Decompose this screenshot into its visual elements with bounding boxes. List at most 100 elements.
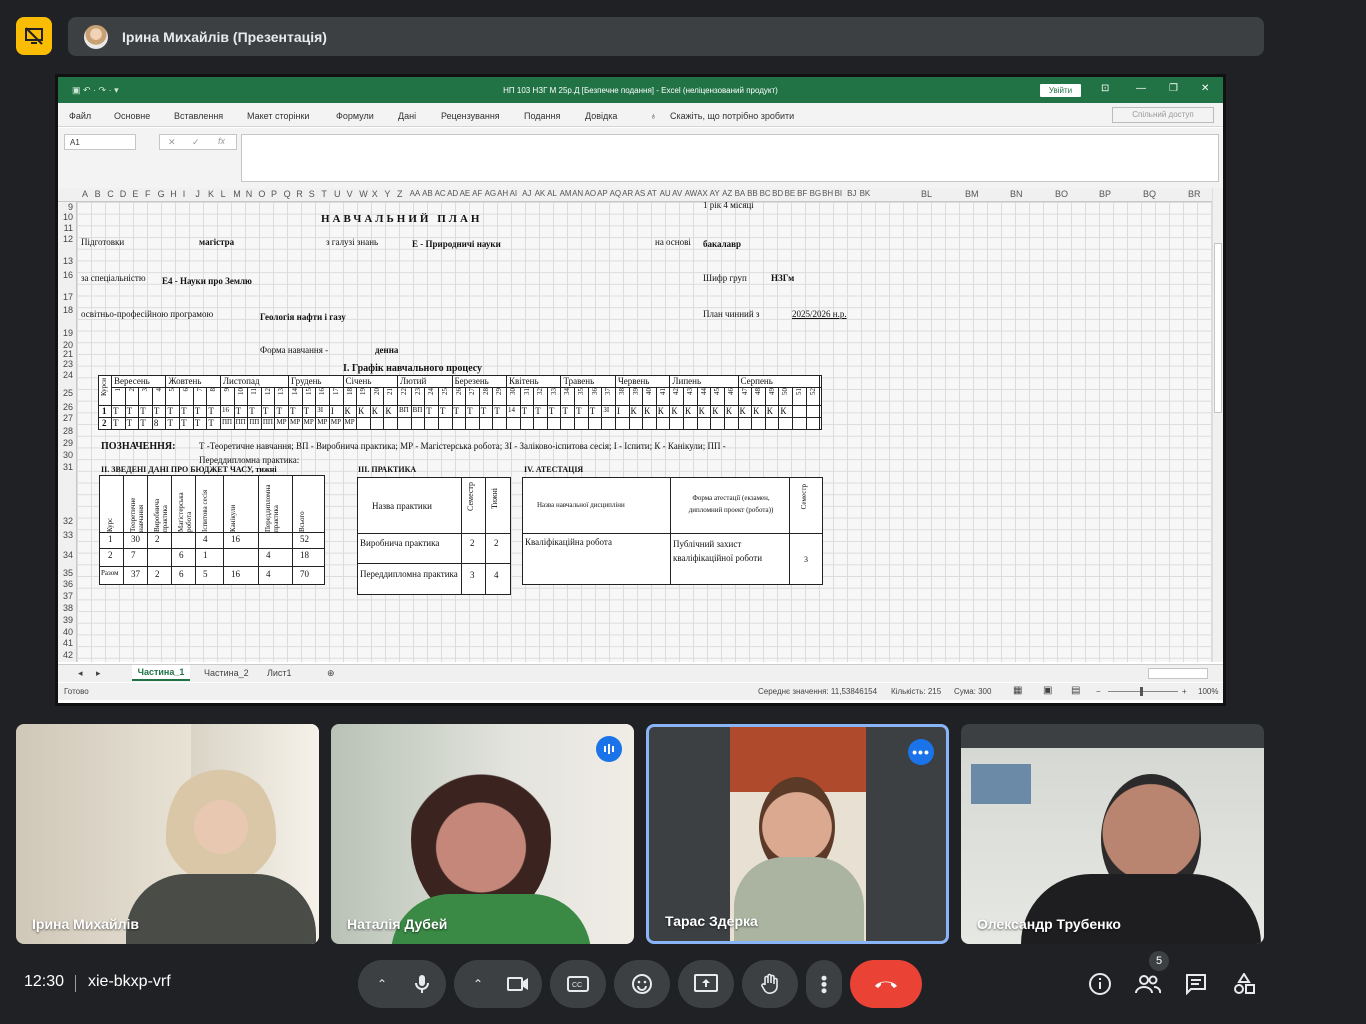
column-header[interactable]: AJ [522, 189, 531, 198]
column-header[interactable]: BO [1055, 189, 1068, 199]
row-number[interactable]: 11 [64, 223, 73, 233]
column-header[interactable]: Q [284, 189, 291, 199]
column-header[interactable]: R [296, 189, 303, 199]
row-number[interactable]: 33 [63, 530, 73, 540]
column-header[interactable]: BF [797, 189, 807, 198]
activities-button[interactable] [1230, 970, 1258, 998]
sheet-prev-icon[interactable]: ◂ [78, 668, 83, 679]
meeting-info-button[interactable] [1086, 970, 1114, 998]
zoom-slider[interactable] [1108, 691, 1178, 692]
row-number[interactable]: 13 [63, 256, 73, 266]
row-number[interactable]: 34 [63, 550, 73, 560]
participant-tile[interactable]: Олександр Трубенко [961, 724, 1264, 944]
share-button[interactable]: Спільний доступ [1112, 107, 1214, 123]
row-number[interactable]: 18 [63, 305, 73, 315]
participant-tile[interactable]: Наталія Дубей [331, 724, 634, 944]
sheet-tab-2[interactable]: Частина_2 [204, 668, 249, 678]
column-header[interactable]: AS [635, 189, 646, 198]
zoom-in-icon[interactable]: + [1182, 687, 1187, 696]
close-icon[interactable]: ✕ [1201, 83, 1209, 94]
tab-data[interactable]: Дані [398, 111, 416, 121]
enter-icon[interactable]: ✓ [192, 137, 200, 148]
tab-insert[interactable]: Вставлення [174, 111, 223, 121]
column-header[interactable]: AD [447, 189, 458, 198]
column-header[interactable]: AL [547, 189, 557, 198]
column-header[interactable]: BE [785, 189, 796, 198]
row-number[interactable]: 17 [63, 292, 73, 302]
row-number[interactable]: 38 [63, 603, 73, 613]
row-number[interactable]: 32 [63, 516, 73, 526]
row-number[interactable]: 31 [63, 462, 73, 472]
more-options-icon[interactable]: ••• [908, 739, 934, 765]
column-header[interactable]: BK [860, 189, 871, 198]
camera-options-chevron-icon[interactable]: ⌃ [458, 964, 498, 1004]
column-header[interactable]: AU [660, 189, 671, 198]
tab-page-layout[interactable]: Макет сторінки [247, 111, 309, 121]
column-header[interactable]: G [158, 189, 165, 199]
column-header[interactable]: D [120, 189, 127, 199]
column-header[interactable]: U [334, 189, 341, 199]
raise-hand-button[interactable] [742, 960, 798, 1008]
column-header[interactable]: Z [397, 189, 403, 199]
column-header[interactable]: M [233, 189, 241, 199]
sheet-tab-3[interactable]: Лист1 [267, 668, 292, 678]
tab-home[interactable]: Основне [114, 111, 150, 121]
tab-review[interactable]: Рецензування [441, 111, 500, 121]
column-header[interactable]: AI [510, 189, 518, 198]
row-number[interactable]: 26 [63, 402, 73, 412]
normal-view-icon[interactable]: ▦ [1013, 685, 1022, 696]
column-header[interactable]: AM [560, 189, 572, 198]
name-box[interactable]: A1 [64, 134, 136, 150]
row-number[interactable]: 35 [63, 568, 73, 578]
column-header[interactable]: J [195, 189, 200, 199]
column-header[interactable]: AH [497, 189, 508, 198]
row-number[interactable]: 24 [63, 370, 73, 380]
formula-input[interactable] [241, 134, 1219, 182]
end-call-button[interactable] [850, 960, 922, 1008]
column-header[interactable]: H [170, 189, 177, 199]
column-header[interactable]: F [145, 189, 151, 199]
column-header[interactable]: T [321, 189, 327, 199]
zoom-out-icon[interactable]: − [1096, 687, 1101, 696]
row-number[interactable]: 29 [63, 438, 73, 448]
row-number[interactable]: 37 [63, 591, 73, 601]
column-header[interactable]: BP [1099, 189, 1111, 199]
column-header[interactable]: AK [535, 189, 546, 198]
column-header[interactable]: AP [597, 189, 608, 198]
row-number[interactable]: 28 [63, 426, 73, 436]
column-header[interactable]: AN [572, 189, 583, 198]
column-header[interactable]: X [372, 189, 378, 199]
row-number[interactable]: 19 [63, 328, 73, 338]
column-header[interactable]: AW [685, 189, 698, 198]
add-sheet-icon[interactable]: ⊕ [327, 668, 335, 679]
column-header[interactable]: B [95, 189, 101, 199]
participant-tile-active[interactable]: ••• Тарас Здерка [646, 724, 949, 944]
row-number[interactable]: 23 [63, 359, 73, 369]
column-header[interactable]: BL [921, 189, 932, 199]
column-header[interactable]: AF [472, 189, 482, 198]
column-header[interactable]: BQ [1143, 189, 1156, 199]
login-button[interactable]: Увійти [1040, 84, 1081, 97]
column-header[interactable]: N [246, 189, 253, 199]
row-number[interactable]: 42 [63, 650, 73, 660]
column-header[interactable]: BA [735, 189, 746, 198]
column-header[interactable]: AA [410, 189, 421, 198]
column-header[interactable]: BI [835, 189, 843, 198]
tab-view[interactable]: Подання [524, 111, 560, 121]
horizontal-scrollbar[interactable] [1148, 668, 1208, 679]
column-header[interactable]: I [183, 189, 186, 199]
row-number[interactable]: 41 [63, 638, 73, 648]
column-header[interactable]: O [258, 189, 265, 199]
row-number[interactable]: 36 [63, 579, 73, 589]
presentation-icon[interactable] [16, 17, 52, 55]
participant-tile[interactable]: Ірина Михайлів [16, 724, 319, 944]
row-number[interactable]: 27 [63, 413, 73, 423]
column-header[interactable]: AT [647, 189, 657, 198]
column-header[interactable]: K [208, 189, 214, 199]
row-number[interactable]: 39 [63, 615, 73, 625]
tab-help[interactable]: Довідка [585, 111, 617, 121]
scroll-thumb[interactable] [1214, 243, 1222, 413]
column-header[interactable]: V [347, 189, 353, 199]
chat-button[interactable] [1182, 970, 1210, 998]
column-header[interactable]: BJ [847, 189, 856, 198]
